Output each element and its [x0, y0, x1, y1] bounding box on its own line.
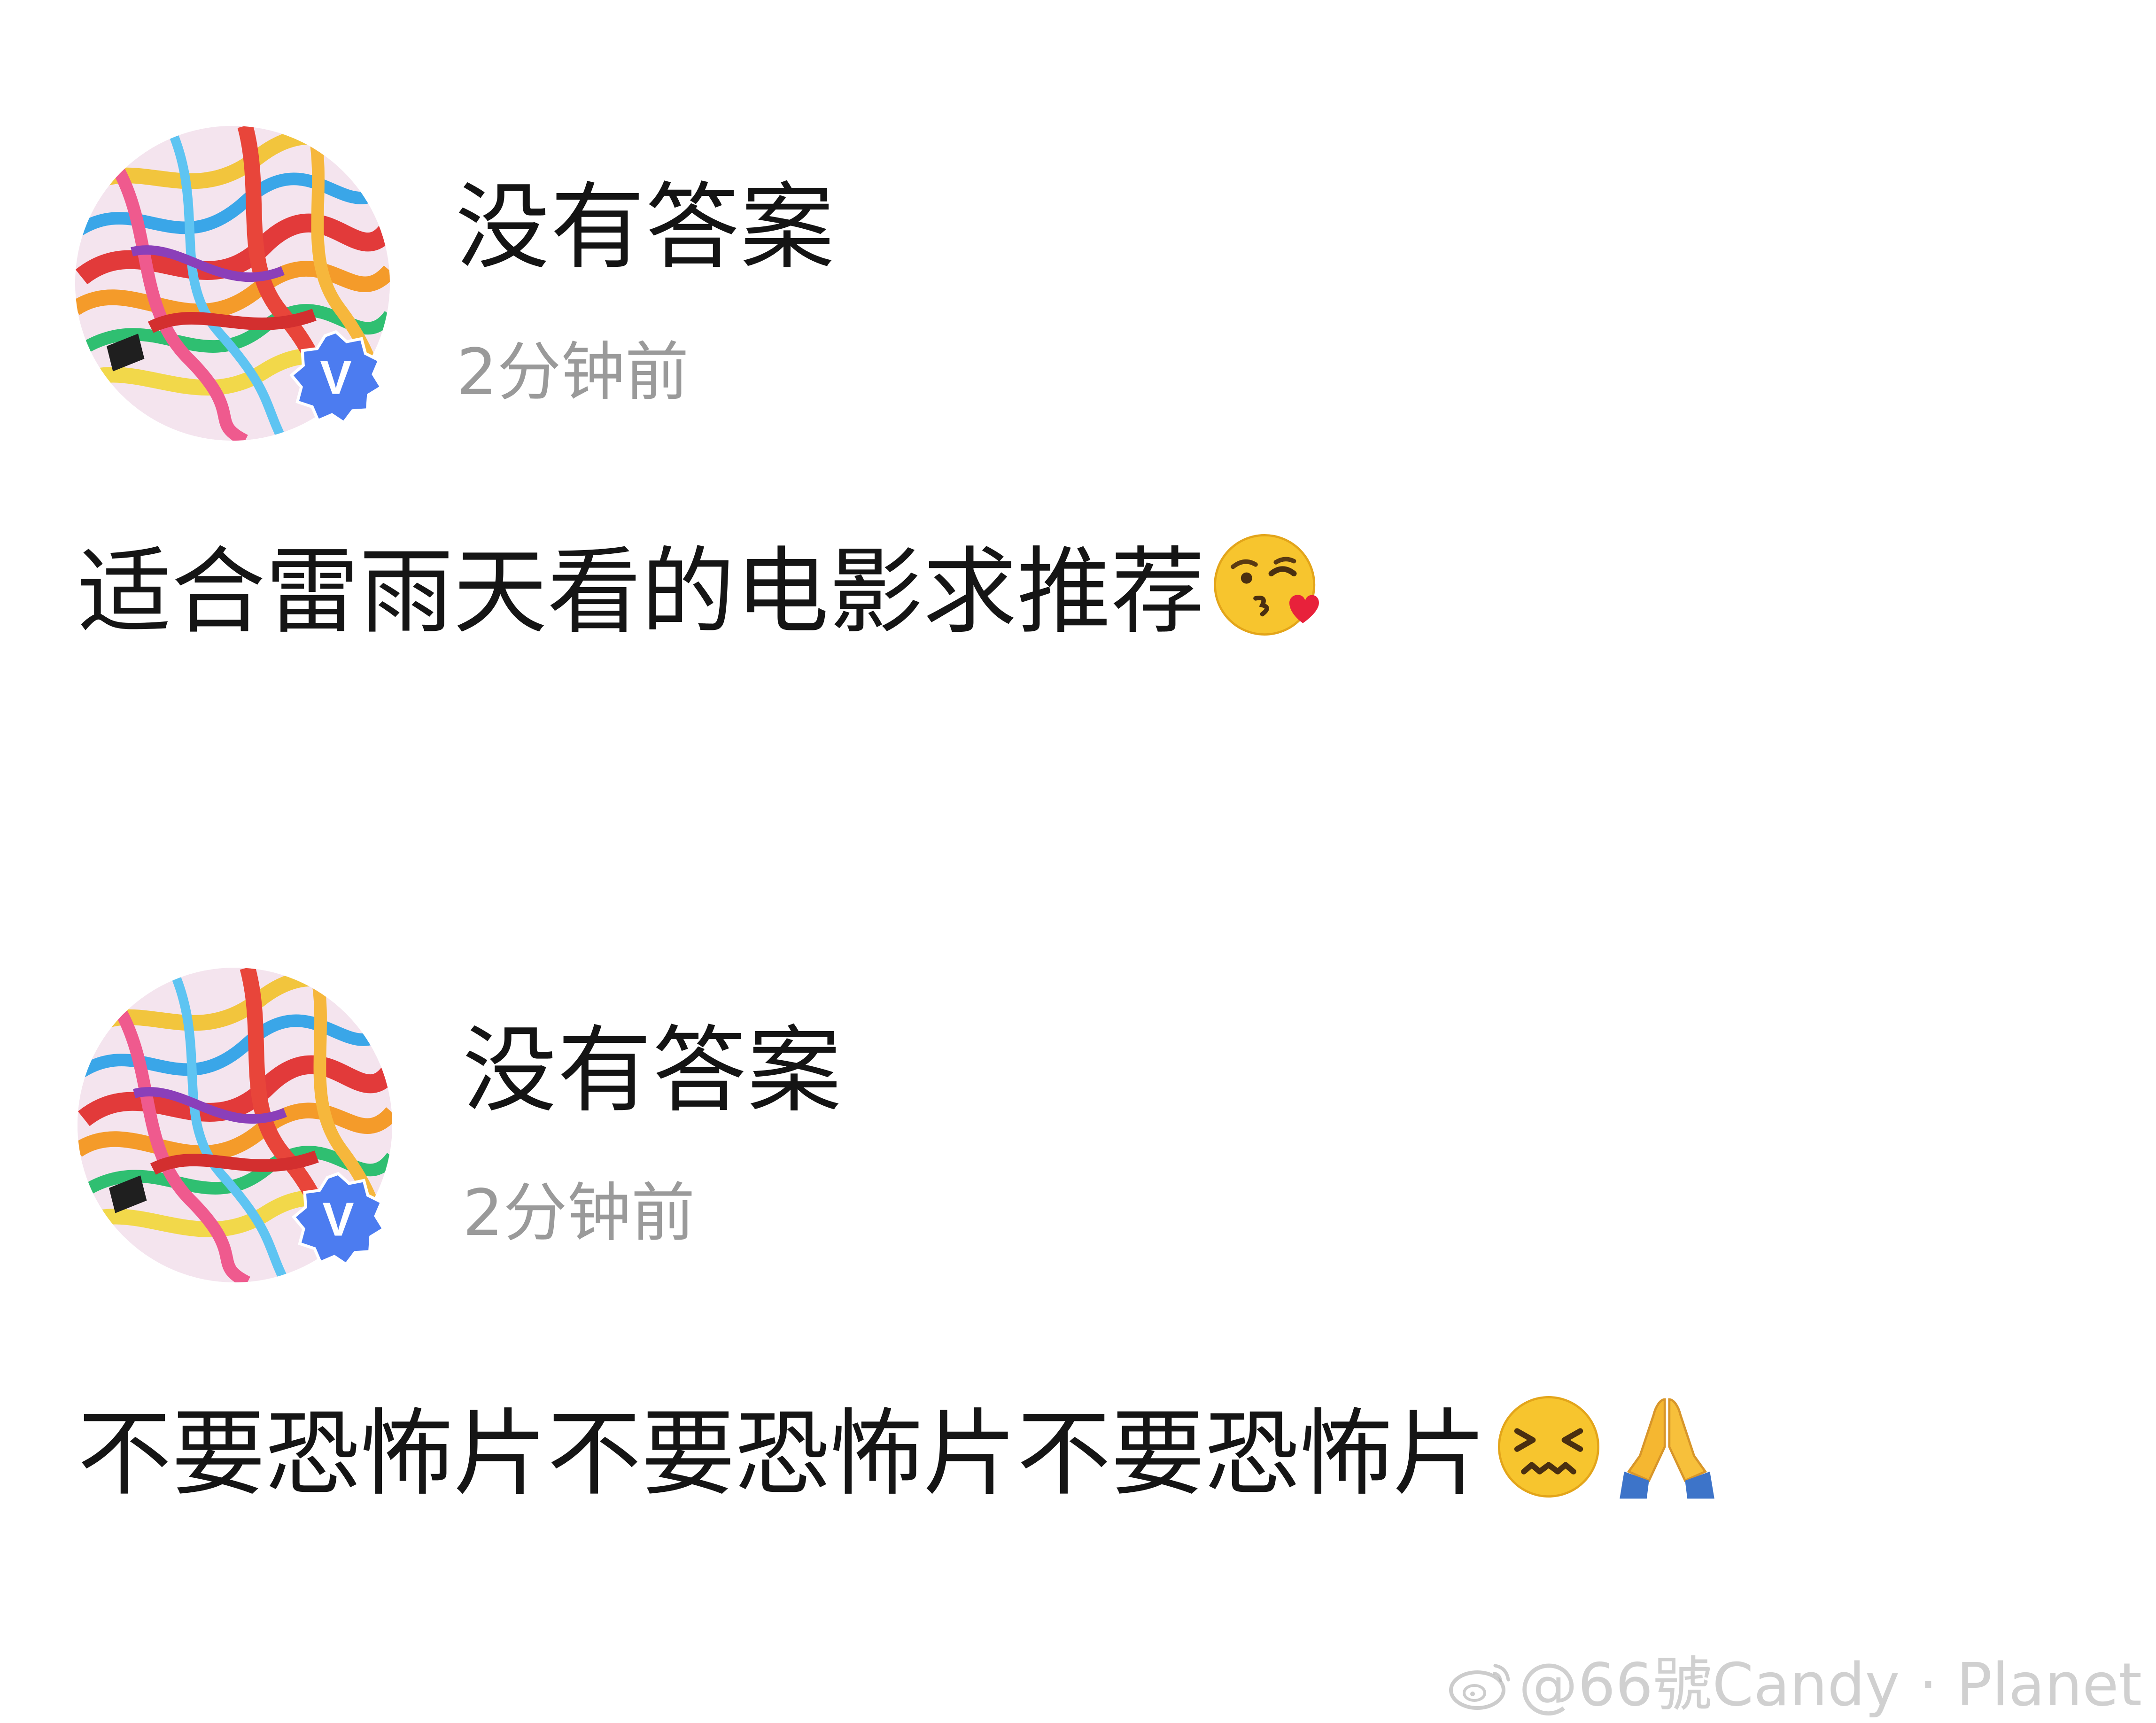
post-timestamp: 2分钟前	[457, 335, 689, 410]
post-card: V 没有答案 2分钟前 适合雷雨天看的电影求推荐	[0, 0, 2156, 846]
watermark: @66號Candy · Planet	[1448, 1655, 2142, 1715]
avatar-wrapper[interactable]: V	[75, 126, 390, 441]
post-text: 不要恐怖片不要恐怖片不要恐怖片	[78, 1399, 1487, 1509]
post-text: 适合雷雨天看的电影求推荐	[78, 537, 1205, 647]
face-blowing-kiss-emoji-icon	[1210, 528, 1323, 641]
confounded-face-emoji-icon	[1492, 1390, 1605, 1503]
verified-badge-icon: V	[289, 1170, 388, 1268]
user-name[interactable]: 没有答案	[456, 181, 835, 275]
verified-badge-icon: V	[287, 328, 385, 427]
watermark-text: @66號Candy · Planet	[1518, 1650, 2142, 1719]
post-timestamp: 2分钟前	[463, 1176, 695, 1250]
user-name[interactable]: 没有答案	[463, 1024, 842, 1118]
post-content: 适合雷雨天看的电影求推荐	[78, 528, 1323, 641]
post-card: V 没有答案 2分钟前 不要恐怖片不要恐怖片不要恐怖片	[0, 841, 2156, 1686]
verified-badge-letter: V	[322, 1194, 354, 1246]
post-content: 不要恐怖片不要恐怖片不要恐怖片	[78, 1390, 1723, 1503]
verified-badge-letter: V	[320, 352, 351, 404]
folded-hands-emoji-icon	[1611, 1390, 1723, 1503]
weibo-logo-icon	[1448, 1659, 1514, 1711]
avatar-wrapper[interactable]: V	[78, 968, 392, 1282]
